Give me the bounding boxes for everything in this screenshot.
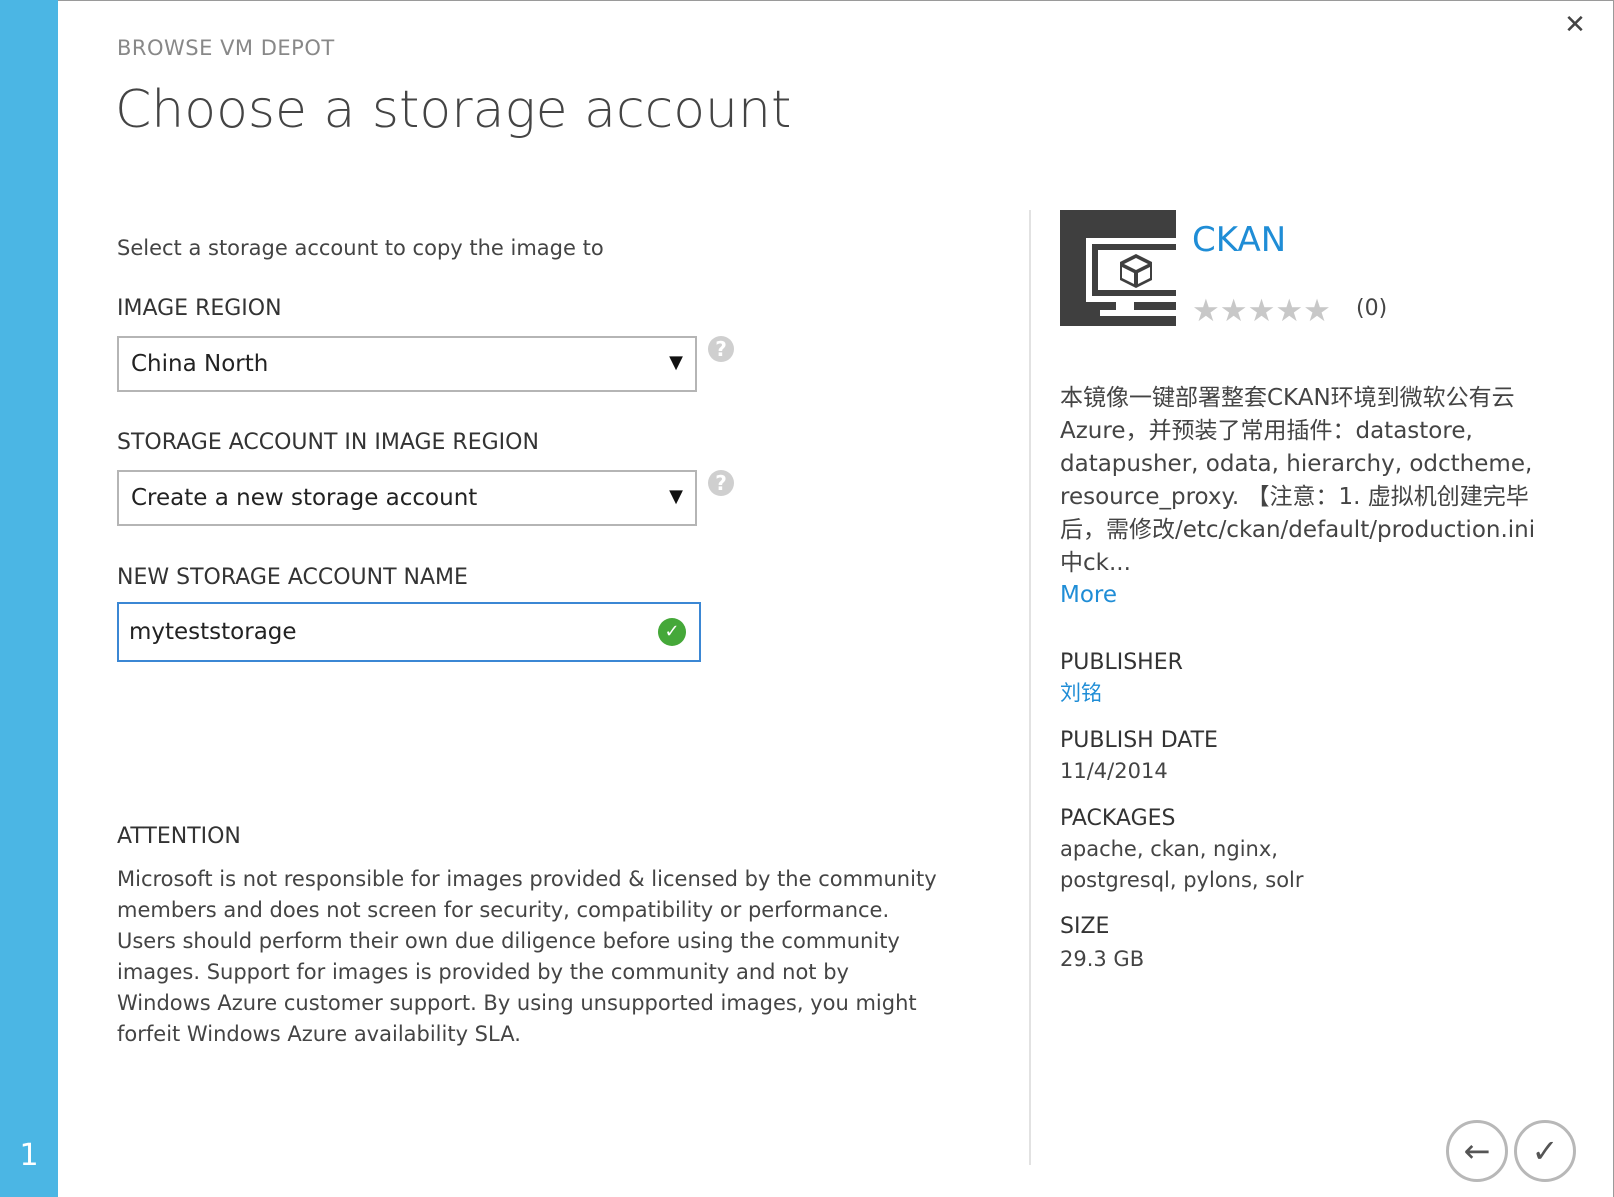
publisher-label: PUBLISHER	[1060, 650, 1183, 675]
publish-date-value: 11/4/2014	[1060, 759, 1168, 783]
publisher-link[interactable]: 刘铭	[1060, 678, 1102, 709]
new-account-name-input[interactable]	[117, 602, 701, 662]
help-icon[interactable]: ?	[708, 470, 734, 496]
attention-text: Microsoft is not responsible for images …	[117, 867, 937, 1046]
storage-account-label: STORAGE ACCOUNT IN IMAGE REGION	[117, 430, 539, 455]
arrow-left-icon: ←	[1463, 1132, 1491, 1170]
step-number: 1	[19, 1138, 39, 1173]
wizard-step-bar: 1	[0, 0, 58, 1197]
more-link[interactable]: More	[1060, 582, 1117, 608]
close-icon[interactable]: ✕	[1560, 10, 1590, 40]
publish-date-label: PUBLISH DATE	[1060, 728, 1218, 753]
new-account-name-label: NEW STORAGE ACCOUNT NAME	[117, 565, 468, 590]
size-value: 29.3 GB	[1060, 947, 1145, 971]
vm-image-logo-icon	[1060, 210, 1176, 326]
size-label: SIZE	[1060, 914, 1110, 939]
storage-account-select[interactable]: Create a new storage account ▼	[117, 470, 697, 526]
complete-button[interactable]: ✓	[1514, 1120, 1576, 1182]
page-title: Choose a storage account	[115, 80, 792, 140]
storage-account-value: Create a new storage account	[131, 485, 478, 511]
rating-stars-icon: ★★★★★	[1192, 293, 1331, 329]
image-region-label: IMAGE REGION	[117, 296, 282, 321]
checkmark-icon: ✓	[1531, 1132, 1559, 1170]
rating-count: (0)	[1356, 296, 1388, 321]
attention-heading: ATTENTION	[117, 824, 241, 849]
checkmark-circle-icon: ✓	[658, 618, 686, 646]
image-region-select[interactable]: China North ▼	[117, 336, 697, 392]
dropdown-arrow-icon: ▼	[669, 352, 683, 373]
dropdown-arrow-icon: ▼	[669, 486, 683, 507]
help-icon[interactable]: ?	[708, 336, 734, 362]
packages-value: apache, ckan, nginx, postgresql, pylons,…	[1060, 837, 1304, 892]
image-region-value: China North	[131, 351, 269, 377]
packages-label: PACKAGES	[1060, 806, 1176, 831]
image-description: 本镜像一键部署整套CKAN环境到微软公有云Azure，并预装了常用插件：data…	[1060, 385, 1536, 576]
back-button[interactable]: ←	[1446, 1120, 1508, 1182]
dialog-kicker: BROWSE VM DEPOT	[117, 36, 335, 60]
image-name: CKAN	[1192, 220, 1287, 260]
vertical-divider	[1029, 210, 1031, 1165]
instructions-text: Select a storage account to copy the ima…	[117, 236, 604, 260]
